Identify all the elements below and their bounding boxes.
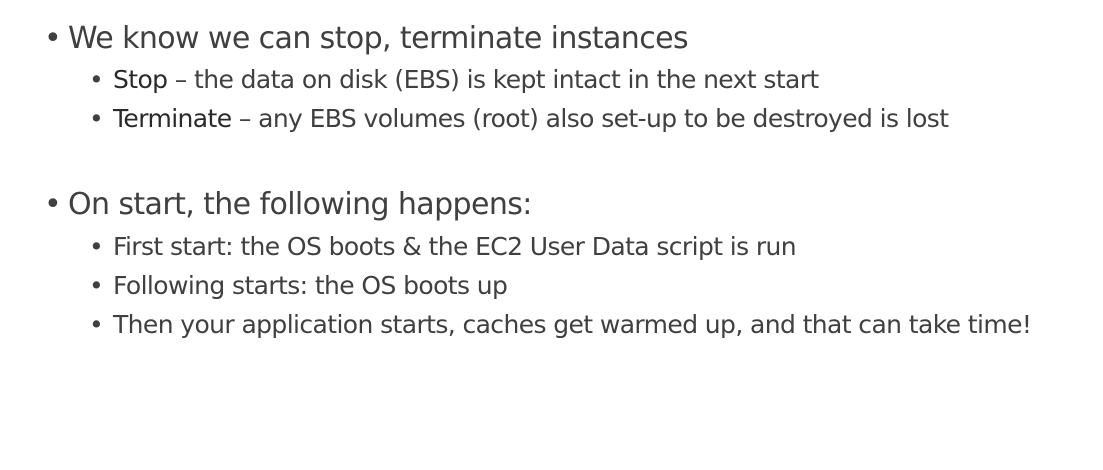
sub-bullet-first-start: • First start: the OS boots & the EC2 Use…: [89, 230, 797, 264]
bullet-dot: •: [89, 232, 104, 261]
sub-bullet-terminate: • Terminate – any EBS volumes (root) also…: [89, 102, 949, 136]
bullet-dot: •: [89, 104, 104, 133]
sub-bullet-text: – any EBS volumes (root) also set-up to …: [231, 104, 949, 133]
sub-bullet-text: First start: the OS boots & the EC2 User…: [113, 232, 797, 261]
sub-bullet-following-starts: • Following starts: the OS boots up: [89, 269, 508, 303]
sub-bullet-application: • Then your application starts, caches ge…: [89, 308, 1032, 342]
heading-text: We know we can stop, terminate instances: [68, 21, 689, 56]
bullet-dot: •: [89, 65, 104, 94]
bullet-heading-2: • On start, the following happens:: [44, 185, 532, 225]
sub-bullet-text: Then your application starts, caches get…: [113, 310, 1032, 339]
bullet-dot: •: [44, 21, 62, 56]
term-stop: Stop: [113, 65, 168, 94]
heading-text: On start, the following happens:: [68, 187, 532, 222]
bullet-dot: •: [89, 310, 104, 339]
bullet-dot: •: [44, 187, 62, 222]
slide-body: • We know we can stop, terminate instance…: [0, 0, 1103, 470]
sub-bullet-text: Following starts: the OS boots up: [113, 271, 508, 300]
bullet-heading-1: • We know we can stop, terminate instance…: [44, 19, 689, 59]
term-terminate: Terminate: [113, 104, 232, 133]
sub-bullet-text: – the data on disk (EBS) is kept intact …: [167, 65, 819, 94]
bullet-dot: •: [89, 271, 104, 300]
sub-bullet-stop: • Stop – the data on disk (EBS) is kept i…: [89, 63, 819, 97]
